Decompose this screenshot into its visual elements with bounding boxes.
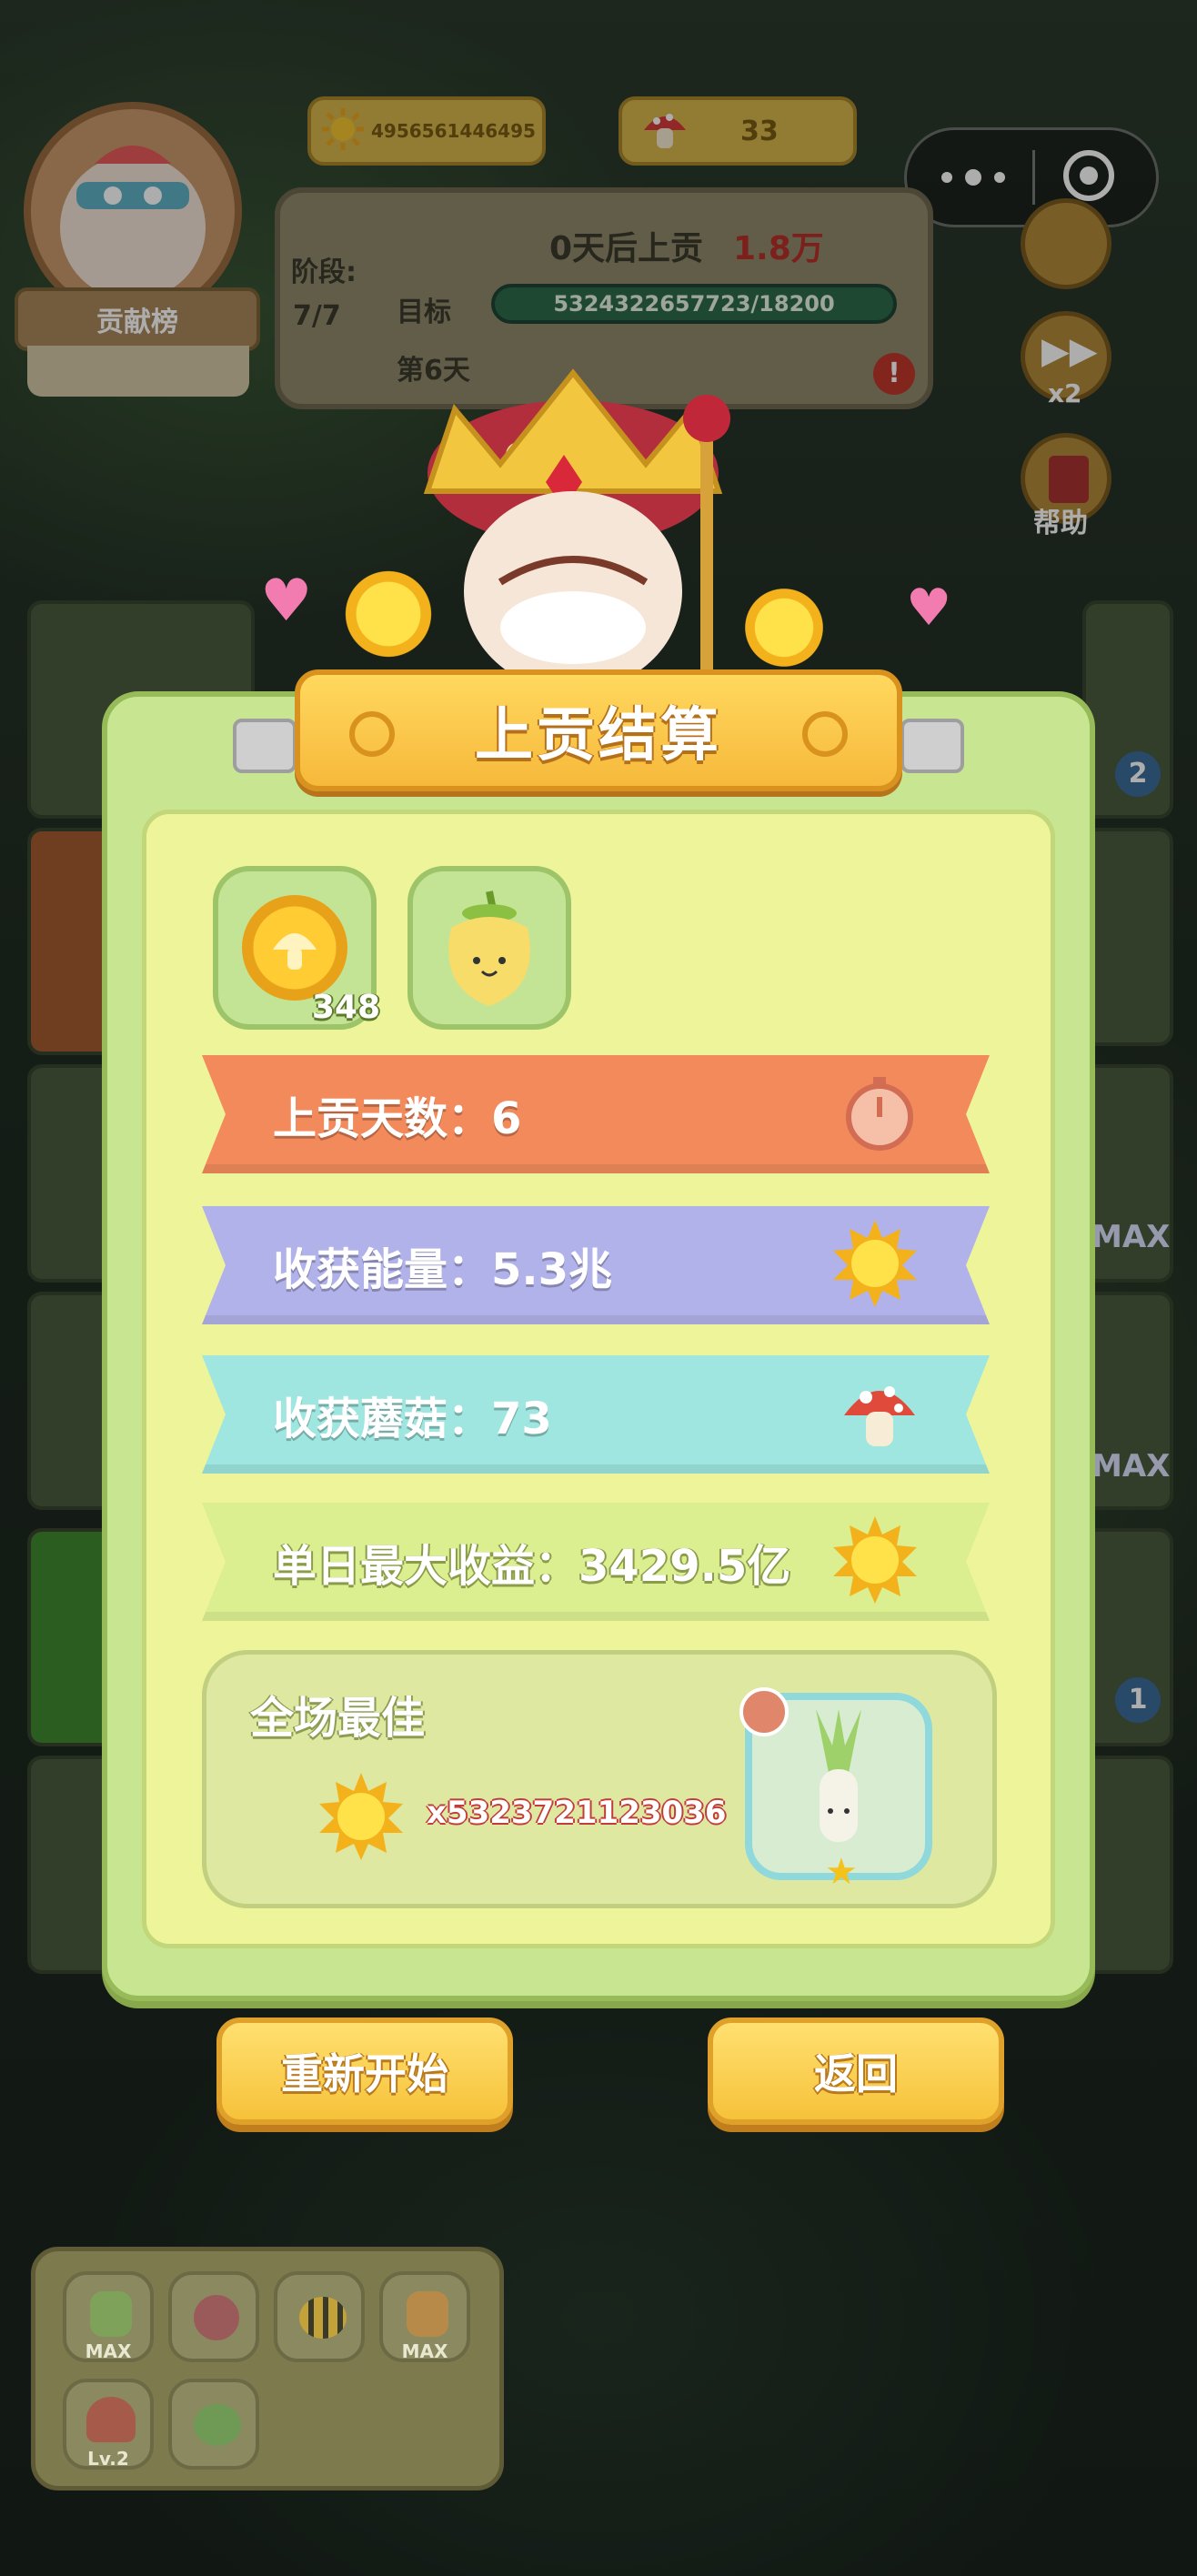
stopwatch-icon [839,1072,920,1157]
mushroom-icon [839,1372,920,1457]
sun-decoration [338,564,438,664]
harvest-energy-row: 收获能量：5.3兆 [202,1206,990,1324]
swirl-icon [349,711,395,757]
harvest-mushroom-label: 收获蘑菇：73 [273,1394,552,1444]
back-label: 返回 [814,2049,898,2098]
banner-scroll-left [233,719,297,773]
bee-icon [299,2297,347,2339]
max-daily-income-label: 单日最大收益：3429.5亿 [273,1541,791,1592]
mushroom-coin-icon [242,895,347,1001]
settlement-title: 上贡结算 [475,702,722,770]
best-plant-panel: 全场最佳 x5323721123036 ★ [202,1650,997,1908]
harvest-mushroom-row: 收获蘑菇：73 [202,1355,990,1474]
restart-button[interactable]: 重新开始 [216,2018,513,2125]
max-daily-income-row: 单日最大收益：3429.5亿 [202,1503,990,1621]
settlement-title-banner: 上贡结算 [295,669,902,791]
reward-count: 348 [311,989,380,1026]
banner-scroll-right [900,719,964,773]
tribute-days-label: 上贡天数：6 [273,1093,522,1144]
leek-icon [789,1709,889,1867]
back-button[interactable]: 返回 [708,2018,1004,2125]
harvest-energy-label: 收获能量：5.3兆 [273,1244,613,1295]
dock-item-frog[interactable] [168,2379,259,2470]
fruit-icon [194,2295,239,2340]
reward-slot-mushroom-coin[interactable]: 348 [213,866,380,1030]
best-title: 全场最佳 [250,1693,426,1744]
dock-item-mushroom-pair[interactable]: Lv.2 [63,2379,154,2470]
pepper-icon [438,888,540,1015]
plant-type-badge-icon [739,1687,789,1736]
dock-item-carrot[interactable]: MAX [379,2271,470,2362]
mushroom-pair-icon [86,2397,136,2442]
dock-item-bee[interactable] [274,2271,365,2362]
reward-slot-pepper[interactable] [407,866,571,1030]
king-icon [423,368,730,691]
dock-item-fruit[interactable] [168,2271,259,2362]
restart-label: 重新开始 [281,2049,448,2098]
best-plant-card[interactable]: ★ [739,1687,932,1893]
heart-decoration: ♥ [906,579,952,638]
dock-item-label: MAX [85,2340,132,2362]
plant-icon [90,2291,132,2337]
carrot-icon [407,2291,448,2337]
best-value: x5323721123036 [427,1795,727,1831]
sun-icon [316,1771,407,1866]
dock-item-plant[interactable]: MAX [63,2271,154,2362]
sun-icon [830,1218,920,1313]
sun-decoration [739,582,830,673]
bottom-dock: MAX MAX Lv.2 [31,2247,504,2490]
dock-item-label: MAX [401,2340,448,2362]
star-icon: ★ [825,1851,858,1893]
king-character [400,355,800,700]
tribute-days-row: 上贡天数：6 [202,1055,990,1173]
swirl-icon [802,711,848,757]
sun-icon [830,1514,920,1609]
heart-decoration: ♥ [260,568,313,635]
dock-item-label: Lv.2 [87,2448,129,2470]
frog-icon [194,2404,241,2446]
